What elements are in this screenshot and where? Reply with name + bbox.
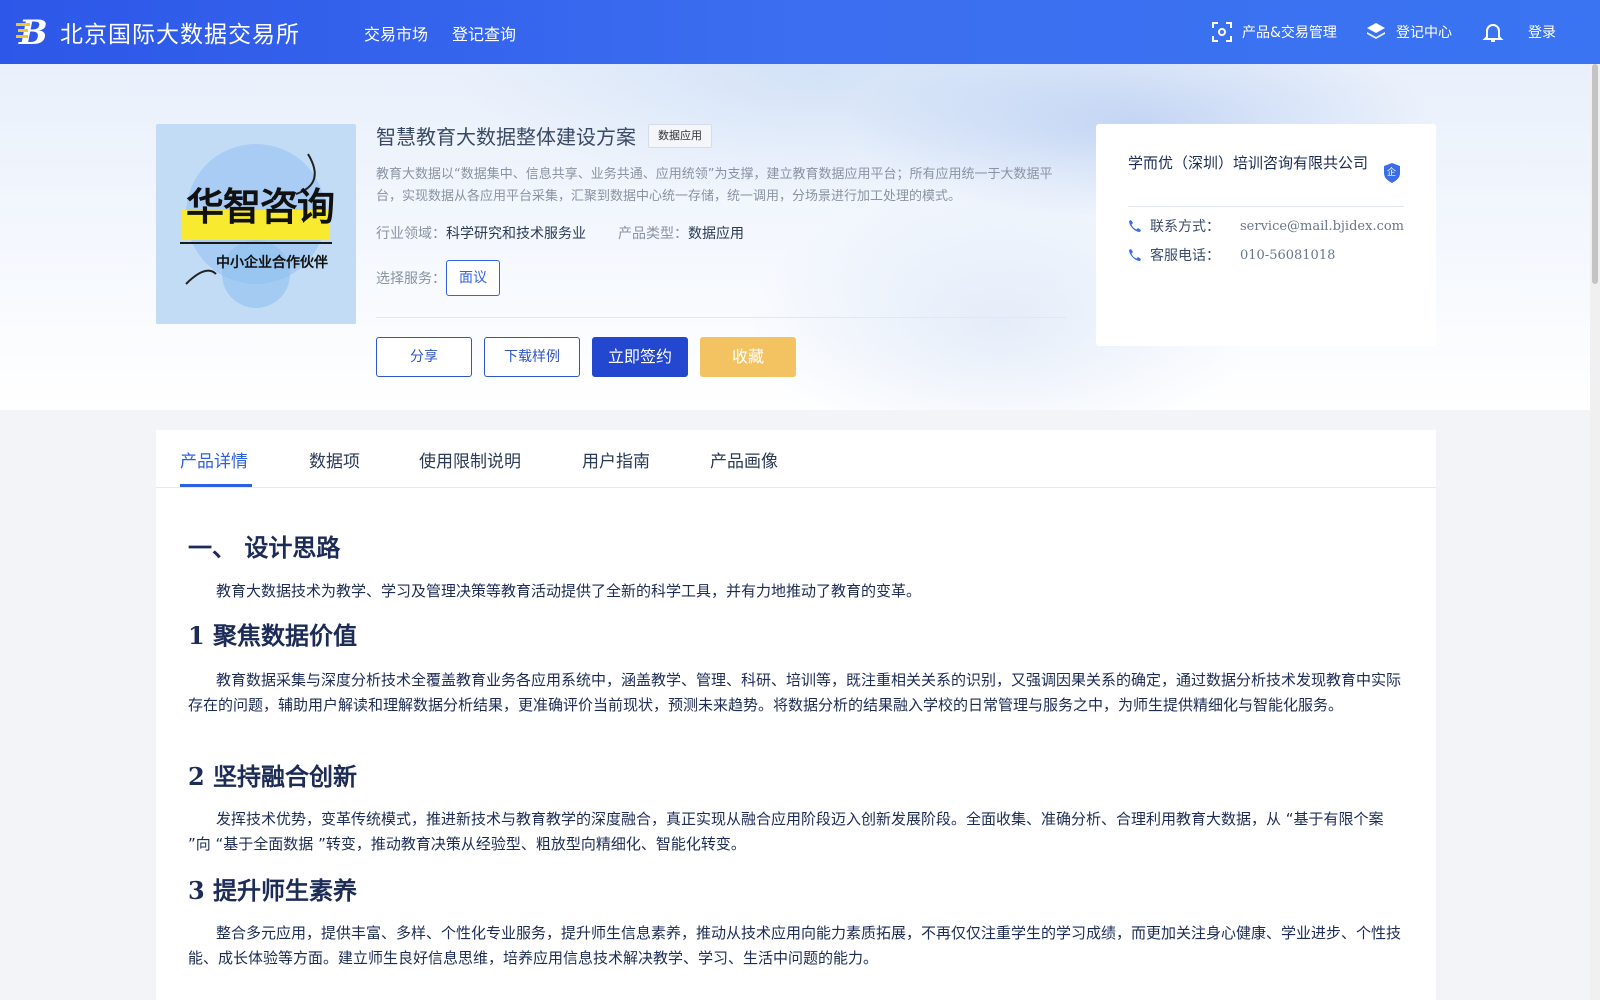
sign-now-button[interactable]: 立即签约 [592, 337, 688, 377]
login-link[interactable]: 登录 [1528, 0, 1556, 64]
subsection-title-1: 1 聚焦数据价值 [188, 621, 358, 650]
image-main-text: 华智咨询 [186, 185, 335, 229]
phone-icon [1129, 220, 1141, 232]
bell-icon [1482, 24, 1504, 42]
industry-label: 行业领域： [376, 226, 446, 242]
subsection-text-2: 发挥技术优势，变革传统模式，推进新技术与教育教学的深度融合，真正实现从融合应用阶… [188, 810, 1384, 853]
nav-register-query[interactable]: 登记查询 [452, 21, 516, 45]
product-mgmt-link[interactable]: 产品&交易管理 [1212, 0, 1337, 64]
contact-email-row: 联系方式： service@mail.bjidex.com [1128, 216, 1404, 236]
intro-paragraph: 教育大数据技术为教学、学习及管理决策等教育活动提供了全新的科学工具，并有力地推动… [216, 582, 922, 600]
contact-label: 联系方式： [1150, 219, 1220, 235]
scan-icon [1212, 22, 1232, 42]
product-type-label: 产品类型： [618, 226, 688, 242]
logo-icon[interactable]: B [16, 14, 50, 48]
layers-icon [1367, 23, 1385, 39]
register-center-label: 登记中心 [1396, 25, 1452, 41]
notification-button[interactable] [1482, 0, 1514, 64]
product-description: 教育大数据以“数据集中、信息共享、业务共通、应用统领”为支撑，建立教育数据应用平… [376, 167, 1053, 204]
download-sample-button[interactable]: 下载样例 [484, 337, 580, 377]
image-sub-text: 中小企业合作伙伴 [216, 255, 328, 271]
industry-field: 行业领域：科学研究和技术服务业 [376, 223, 586, 243]
page-scrollbar[interactable] [1590, 64, 1600, 1000]
product-type-value: 数据应用 [688, 226, 744, 242]
section-heading: 一、 设计思路 [188, 533, 341, 562]
product-detail-panel: 产品详情 数据项 使用限制说明 用户指南 产品画像 一、 设计思路 教育大数据技… [156, 430, 1436, 1000]
product-tag: 数据应用 [648, 124, 712, 148]
tab-user-guide[interactable]: 用户指南 [582, 447, 650, 472]
product-type-field: 产品类型：数据应用 [618, 223, 744, 243]
subsection-title-2: 2 坚持融合创新 [188, 762, 358, 791]
phone-number[interactable]: 010-56081018 [1240, 248, 1335, 263]
product-title: 智慧教育大数据整体建设方案 [376, 125, 636, 149]
register-center-link[interactable]: 登记中心 [1366, 0, 1452, 64]
tab-product-detail[interactable]: 产品详情 [180, 447, 248, 472]
subsection-text-1: 教育数据采集与深度分析技术全覆盖教育业务各应用系统中，涵盖教学、管理、科研、培训… [188, 671, 1402, 714]
phone-label: 客服电话： [1150, 248, 1220, 264]
tab-data-items[interactable]: 数据项 [309, 447, 360, 472]
detail-tabs: 产品详情 数据项 使用限制说明 用户指南 产品画像 [156, 430, 1436, 488]
subsection-title-3: 3 提升师生素养 [188, 876, 358, 905]
scrollbar-thumb[interactable] [1592, 64, 1598, 284]
enterprise-badge: 企 [1382, 162, 1402, 188]
service-option-negotiable[interactable]: 面议 [446, 260, 500, 296]
nav-trade-market[interactable]: 交易市场 [364, 21, 428, 45]
brand-name[interactable]: 北京国际大数据交易所 [60, 15, 300, 49]
company-divider [1128, 206, 1404, 207]
tab-product-profile[interactable]: 产品画像 [710, 447, 778, 472]
top-nav: B 北京国际大数据交易所 交易市场 登记查询 产品&交易管理 登记中心 登录 [0, 0, 1600, 64]
company-card: 学而优（深圳）培训咨询有限共公司 企 联系方式： service@mail.bj… [1096, 124, 1436, 346]
industry-value: 科学研究和技术服务业 [446, 226, 586, 242]
product-header: 华智咨询 中小企业合作伙伴 智慧教育大数据整体建设方案 数据应用 教育大数据以“… [0, 64, 1590, 410]
subsection-text-3: 整合多元应用，提供丰富、多样、个性化专业服务，提升师生信息素养，推动从技术应用向… [188, 924, 1402, 967]
enterprise-badge-text: 企 [1387, 168, 1397, 178]
phone-icon [1129, 249, 1141, 261]
company-name[interactable]: 学而优（深圳）培训咨询有限共公司 [1128, 152, 1378, 174]
service-label: 选择服务： [376, 271, 446, 287]
divider [376, 317, 1066, 318]
tab-usage-restrictions[interactable]: 使用限制说明 [419, 447, 521, 472]
share-button[interactable]: 分享 [376, 337, 472, 377]
product-image: 华智咨询 中小企业合作伙伴 [156, 124, 356, 324]
contact-phone-row: 客服电话： 010-56081018 [1128, 245, 1335, 265]
active-tab-indicator [180, 484, 252, 487]
product-mgmt-label: 产品&交易管理 [1242, 25, 1337, 41]
contact-email[interactable]: service@mail.bjidex.com [1240, 219, 1404, 234]
favorite-button[interactable]: 收藏 [700, 337, 796, 377]
